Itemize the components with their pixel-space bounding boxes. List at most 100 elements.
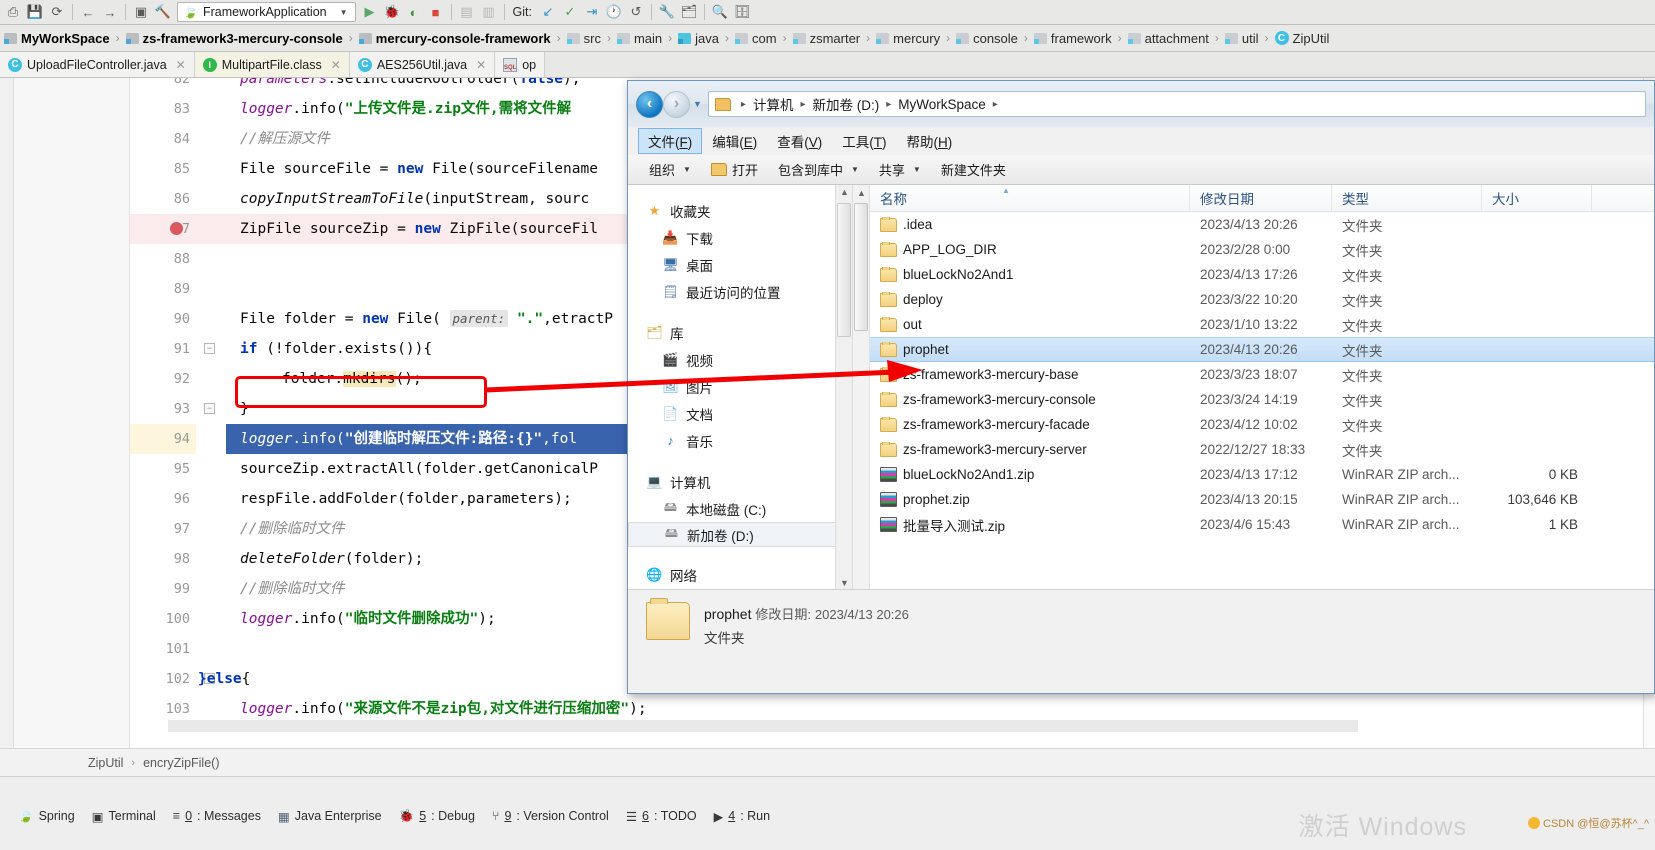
git-push-icon[interactable]: ⇥ xyxy=(581,1,603,23)
navigation-pane[interactable]: ★ 收藏夹 📥 下载 🖥 桌面 🗒 最近访问的位置 🗂 库 🎬 视频 🖼 图片 … xyxy=(628,185,853,591)
back-icon[interactable]: ‹ xyxy=(636,90,663,118)
nav-item-favorites[interactable]: ★ 收藏夹 xyxy=(628,197,852,224)
breadcrumb-item-util[interactable]: util xyxy=(1224,31,1259,46)
tool-window-run[interactable]: ▶ 4: Run xyxy=(710,809,783,824)
tool-window-java-enterprise[interactable]: ▦ Java Enterprise xyxy=(274,809,395,824)
project-structure-icon[interactable]: 🗂 xyxy=(678,1,700,23)
tab-multipartfile[interactable]: I MultipartFile.class ✕ xyxy=(194,52,350,77)
git-revert-icon[interactable]: ↺ xyxy=(625,1,647,23)
table-row[interactable]: blueLockNo2And1.zip 2023/4/13 17:12 WinR… xyxy=(870,462,1654,487)
menu-tools[interactable]: 工具(T) xyxy=(832,128,896,154)
breadcrumb-item-console[interactable]: console xyxy=(956,31,1018,46)
table-row[interactable]: 批量导入测试.zip 2023/4/6 15:43 WinRAR ZIP arc… xyxy=(870,512,1654,537)
tab-sql-file[interactable]: SQL op xyxy=(495,52,546,77)
table-row[interactable]: APP_LOG_DIR 2023/2/28 0:00 文件夹 xyxy=(870,237,1654,262)
tool-window-debug[interactable]: 🐞 5: Debug xyxy=(395,809,488,824)
chevron-down-icon[interactable]: ▼ xyxy=(340,8,348,17)
address-bar[interactable]: ▸ 计算机 ▸ 新加卷 (D:) ▸ MyWorkSpace ▸ xyxy=(707,91,1646,117)
tab-aes256util[interactable]: C AES256Util.java ✕ xyxy=(349,52,496,77)
open-button[interactable]: 打开 xyxy=(702,157,767,182)
nav-method-name[interactable]: encryZipFile() xyxy=(143,756,219,770)
recent-files-icon[interactable]: 🗄 xyxy=(731,1,753,23)
scroll-up-icon[interactable]: ▲ xyxy=(840,187,849,197)
breadcrumb-item-src[interactable]: src xyxy=(566,31,601,46)
nav-item-libraries[interactable]: 🗂 库 xyxy=(628,319,852,346)
nav-item-desktop[interactable]: 🖥 桌面 xyxy=(628,251,852,278)
table-row[interactable]: zs-framework3-mercury-facade 2023/4/12 1… xyxy=(870,412,1654,437)
save-all-icon[interactable]: ⎙ xyxy=(2,1,24,23)
menu-edit[interactable]: 编辑(E) xyxy=(702,128,767,154)
windows-explorer-window[interactable]: ‹ › ▼ ▸ 计算机 ▸ 新加卷 (D:) ▸ MyWorkSpace ▸ 文… xyxy=(627,80,1655,694)
scrollbar-thumb[interactable] xyxy=(854,203,868,331)
column-header-modified[interactable]: 修改日期 xyxy=(1190,185,1332,211)
nav-item-local-disk-c[interactable]: 🖴 本地磁盘 (C:) xyxy=(628,495,852,522)
tool-window-messages[interactable]: ≡ 0: Messages xyxy=(169,809,274,823)
scroll-up-icon[interactable]: ▲ xyxy=(857,188,866,198)
table-row[interactable]: blueLockNo2And1 2023/4/13 17:26 文件夹 xyxy=(870,262,1654,287)
address-segment-computer[interactable]: 计算机 xyxy=(753,94,794,114)
close-icon[interactable]: ✕ xyxy=(476,58,486,72)
breakpoint-icon[interactable] xyxy=(170,222,183,235)
close-icon[interactable]: ✕ xyxy=(331,58,341,72)
nav-class-name[interactable]: ZipUtil xyxy=(88,756,123,770)
nav-item-volume-d[interactable]: 🖴 新加卷 (D:) xyxy=(628,522,852,547)
search-everywhere-icon[interactable]: 🔍 xyxy=(709,1,731,23)
breadcrumb-item-zsmarter[interactable]: zsmarter xyxy=(792,31,860,46)
tool-window-version-control[interactable]: ⑂ 9: Version Control xyxy=(488,809,622,823)
nav-item-pictures[interactable]: 🖼 图片 xyxy=(628,373,852,400)
forward-icon[interactable]: › xyxy=(663,90,690,118)
nav-item-music[interactable]: ♪ 音乐 xyxy=(628,427,852,454)
nav-item-videos[interactable]: 🎬 视频 xyxy=(628,346,852,373)
scroll-down-icon[interactable]: ▼ xyxy=(840,578,849,588)
path-separator[interactable]: ▸ xyxy=(800,99,805,110)
address-segment-myworkspace[interactable]: MyWorkSpace xyxy=(898,97,986,112)
scrollbar-thumb[interactable] xyxy=(837,203,851,337)
sync-icon[interactable]: ⟳ xyxy=(46,1,68,23)
table-row[interactable]: .idea 2023/4/13 20:26 文件夹 xyxy=(870,212,1654,237)
column-header-size[interactable]: 大小 xyxy=(1482,185,1592,211)
breadcrumb-item-ziputil[interactable]: C ZipUtil xyxy=(1274,31,1329,46)
nav-item-recent-places[interactable]: 🗒 最近访问的位置 xyxy=(628,278,852,305)
run-coverage-icon[interactable]: ◐ xyxy=(403,1,425,23)
recent-pages-chevron-icon[interactable]: ▼ xyxy=(693,99,702,109)
path-separator[interactable]: ▸ xyxy=(886,99,891,110)
close-icon[interactable]: ✕ xyxy=(176,58,186,72)
breadcrumb-item-zs-framework3-mercury-console[interactable]: zs-framework3-mercury-console xyxy=(125,31,343,46)
share-button[interactable]: 共享 ▼ xyxy=(870,157,930,182)
run-configuration-selector[interactable]: 🍃 FrameworkApplication ▼ xyxy=(177,2,356,22)
run-anything-icon[interactable]: ▣ xyxy=(130,1,152,23)
settings-gear-icon[interactable]: 🔧 xyxy=(656,1,678,23)
horizontal-scrollbar[interactable] xyxy=(168,720,1358,732)
file-list-pane[interactable]: ▲ 名称 ▲ 修改日期 类型 大小 .idea 2023/4/13 20:26 … xyxy=(853,185,1654,591)
git-history-icon[interactable]: 🕐 xyxy=(603,1,625,23)
forward-icon[interactable]: → xyxy=(99,1,121,23)
breadcrumb-item-java[interactable]: java xyxy=(678,31,719,46)
column-header-type[interactable]: 类型 xyxy=(1332,185,1482,211)
breadcrumb-item-attachment[interactable]: attachment xyxy=(1127,31,1209,46)
code-fold-toggle[interactable]: − xyxy=(204,343,215,354)
path-separator[interactable]: ▸ xyxy=(993,99,998,110)
navigation-pane-scrollbar[interactable]: ▲ ▼ xyxy=(835,185,852,591)
address-segment-drive[interactable]: 新加卷 (D:) xyxy=(812,94,879,114)
table-row[interactable]: zs-framework3-mercury-server 2022/12/27 … xyxy=(870,437,1654,462)
breadcrumb-item-mercury[interactable]: mercury xyxy=(876,31,940,46)
breadcrumb-item-com[interactable]: com xyxy=(735,31,777,46)
menu-view[interactable]: 查看(V) xyxy=(767,128,832,154)
table-row[interactable]: zs-framework3-mercury-console 2023/3/24 … xyxy=(870,387,1654,412)
nav-item-network[interactable]: 🌐 网络 xyxy=(628,561,852,588)
tool-window-spring[interactable]: 🍃 Spring xyxy=(14,809,88,824)
include-in-library-button[interactable]: 包含到库中 ▼ xyxy=(769,157,868,182)
breadcrumb-item-mercury-console-framework[interactable]: mercury-console-framework xyxy=(358,31,551,46)
git-commit-icon[interactable]: ✓ xyxy=(559,1,581,23)
menu-help[interactable]: 帮助(H) xyxy=(897,128,963,154)
nav-item-documents[interactable]: 📄 文档 xyxy=(628,400,852,427)
save-icon[interactable]: 💾 xyxy=(24,1,46,23)
line-number-gutter[interactable] xyxy=(14,78,130,748)
run-icon[interactable]: ▶ xyxy=(359,1,381,23)
breadcrumb-item-framework[interactable]: framework xyxy=(1033,31,1112,46)
debug-icon[interactable]: 🐞 xyxy=(381,1,403,23)
file-list-scrollbar[interactable]: ▲ xyxy=(853,185,870,591)
table-row[interactable]: zs-framework3-mercury-base 2023/3/23 18:… xyxy=(870,362,1654,387)
organize-button[interactable]: 组织 ▼ xyxy=(640,157,700,182)
build-hammer-icon[interactable]: 🔨 xyxy=(152,1,174,23)
